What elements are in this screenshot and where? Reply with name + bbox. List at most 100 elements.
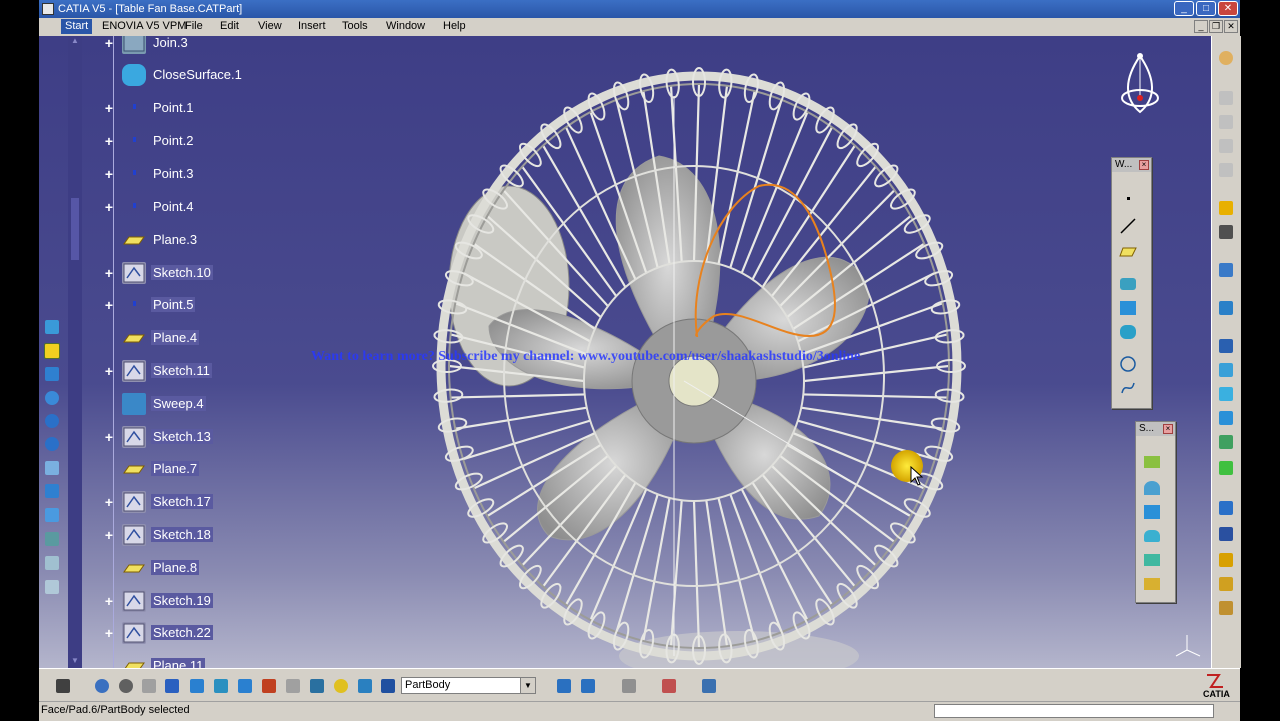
maximize-button[interactable]: □ (1196, 1, 1216, 16)
tool-b12[interactable] (331, 676, 351, 696)
tool-r3[interactable] (1216, 112, 1236, 132)
fill-tool[interactable] (1140, 550, 1164, 570)
tool-r16[interactable] (1216, 498, 1236, 518)
left-tool-6[interactable] (39, 433, 65, 455)
tool-b7[interactable] (211, 676, 231, 696)
tool-r9[interactable] (1216, 298, 1236, 318)
grid-tool[interactable] (187, 676, 207, 696)
tool-b9[interactable] (259, 676, 279, 696)
tool-b18[interactable] (659, 676, 679, 696)
left-tool-11[interactable] (39, 552, 65, 574)
parallel-curve-tool[interactable] (1116, 322, 1140, 342)
expand-icon[interactable]: + (103, 594, 115, 608)
intersection-tool[interactable] (1116, 298, 1140, 318)
minimize-button[interactable]: _ (1174, 1, 1194, 16)
revolve-tool[interactable] (1140, 478, 1164, 498)
expand-icon[interactable]: + (103, 298, 115, 312)
projection-tool[interactable] (1116, 274, 1140, 294)
tool-r17[interactable] (1216, 524, 1236, 544)
tool-r2[interactable] (1216, 88, 1236, 108)
tool-r7[interactable] (1216, 222, 1236, 242)
tool-r19[interactable] (1216, 574, 1236, 594)
tool-b16[interactable] (578, 676, 598, 696)
update-tool[interactable] (92, 676, 112, 696)
tree-scrollbar[interactable]: ▲ ▼ (68, 36, 82, 668)
close-button[interactable]: ✕ (1218, 1, 1238, 16)
expand-icon[interactable]: + (103, 626, 115, 640)
expand-icon[interactable]: + (103, 495, 115, 509)
tool-r10[interactable] (1216, 336, 1236, 356)
compass-icon[interactable] (1115, 48, 1165, 118)
scroll-down-arrow[interactable]: ▼ (68, 656, 82, 668)
left-tool-10[interactable] (39, 528, 65, 550)
axis-tool[interactable] (139, 676, 159, 696)
menu-file[interactable]: File (185, 20, 203, 32)
scroll-up-arrow[interactable]: ▲ (68, 36, 82, 48)
expand-icon[interactable]: + (103, 36, 115, 50)
doc-minimize-button[interactable]: _ (1194, 20, 1208, 33)
menu-enovia[interactable]: ENOVIA V5 VPM (102, 20, 186, 32)
expand-icon[interactable]: + (103, 430, 115, 444)
tool-r18[interactable] (1216, 550, 1236, 570)
tool-r5[interactable] (1216, 160, 1236, 180)
menu-start[interactable]: Start (61, 19, 93, 34)
expand-icon[interactable]: + (103, 364, 115, 378)
scroll-thumb[interactable] (71, 198, 79, 260)
close-palette-button[interactable]: × (1139, 160, 1149, 170)
left-tool-3[interactable] (39, 363, 65, 385)
chevron-down-icon[interactable]: ▼ (520, 678, 535, 693)
point-tool[interactable] (1116, 188, 1140, 208)
left-tool-9[interactable] (39, 504, 65, 526)
tool-r15[interactable] (1216, 458, 1236, 478)
tool-b10[interactable] (283, 676, 303, 696)
surfaces-palette[interactable]: S... × (1135, 421, 1176, 603)
expand-icon[interactable]: + (103, 101, 115, 115)
menu-help[interactable]: Help (443, 20, 466, 32)
left-tool-8[interactable] (39, 480, 65, 502)
left-tool-2[interactable] (39, 340, 65, 362)
expand-icon[interactable]: + (103, 134, 115, 148)
left-tool-1[interactable] (39, 316, 65, 338)
expand-icon[interactable]: + (103, 266, 115, 280)
offset-tool[interactable] (1140, 502, 1164, 522)
menu-tools[interactable]: Tools (342, 20, 368, 32)
left-tool-12[interactable] (39, 576, 65, 598)
workbench-tool[interactable] (1216, 48, 1236, 68)
circle-tool[interactable] (1116, 354, 1140, 374)
blend-tool[interactable] (1140, 574, 1164, 594)
select-tool[interactable] (1216, 198, 1236, 218)
capture-tool[interactable] (53, 676, 73, 696)
plane-tool[interactable] (1116, 242, 1140, 262)
tool-r14[interactable] (1216, 432, 1236, 452)
tool-r12[interactable] (1216, 384, 1236, 404)
left-tool-5[interactable] (39, 410, 65, 432)
body-select[interactable]: PartBody ▼ (401, 677, 536, 694)
tool-b14[interactable] (378, 676, 398, 696)
doc-restore-button[interactable]: ❐ (1209, 20, 1223, 33)
menu-edit[interactable]: Edit (220, 20, 239, 32)
tool-r20[interactable] (1216, 598, 1236, 618)
tool-b15[interactable] (554, 676, 574, 696)
expand-icon[interactable]: + (103, 167, 115, 181)
wireframe-palette[interactable]: W... × (1111, 157, 1152, 409)
tool-b19[interactable] (699, 676, 719, 696)
tool-b5[interactable] (162, 676, 182, 696)
menu-insert[interactable]: Insert (298, 20, 326, 32)
tool-b11[interactable] (307, 676, 327, 696)
tool-r11[interactable] (1216, 360, 1236, 380)
3d-viewport[interactable]: Want to learn more? Subscribe my channel… (39, 36, 1211, 668)
tool-b8[interactable] (235, 676, 255, 696)
doc-close-button[interactable]: ✕ (1224, 20, 1238, 33)
expand-icon[interactable]: + (103, 200, 115, 214)
sweep-tool[interactable] (1140, 526, 1164, 546)
spline-tool[interactable] (1116, 378, 1140, 398)
extrude-tool[interactable] (1140, 452, 1164, 472)
expand-icon[interactable]: + (103, 528, 115, 542)
left-tool-4[interactable] (39, 387, 65, 409)
tool-r13[interactable] (1216, 408, 1236, 428)
tool-r4[interactable] (1216, 136, 1236, 156)
command-input[interactable] (934, 704, 1214, 718)
left-tool-7[interactable] (39, 457, 65, 479)
close-palette-button[interactable]: × (1163, 424, 1173, 434)
tool-b17[interactable] (619, 676, 639, 696)
